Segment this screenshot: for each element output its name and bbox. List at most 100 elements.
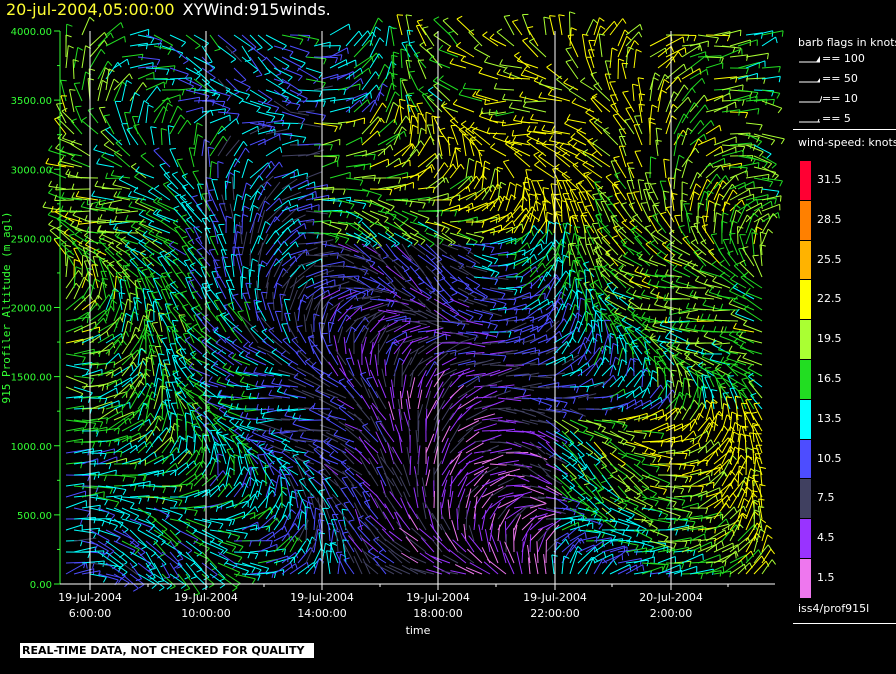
barb-feather xyxy=(269,485,276,490)
barb-feather xyxy=(167,102,173,107)
wind-barb xyxy=(433,565,451,575)
barb-feather xyxy=(279,293,286,296)
barb-feather xyxy=(74,82,81,84)
wind-barb xyxy=(205,177,211,201)
wind-barb xyxy=(326,550,331,575)
barb-feather xyxy=(466,238,471,245)
barb-feather xyxy=(304,468,311,473)
wind-barb xyxy=(368,457,379,476)
barb-feather xyxy=(528,308,531,315)
barb-feather xyxy=(242,292,249,294)
barb-feather xyxy=(62,133,67,139)
barb-feather xyxy=(164,363,171,365)
barb-feather xyxy=(182,183,189,187)
wind-barb xyxy=(345,117,365,124)
wind-barb xyxy=(369,369,379,388)
wind-barb xyxy=(97,221,115,224)
barb-feather xyxy=(91,190,96,197)
wind-barb xyxy=(505,534,508,553)
barb-feather xyxy=(244,405,247,412)
barb-feather xyxy=(101,202,105,208)
barb-feather xyxy=(546,211,553,215)
barb-feather xyxy=(118,353,122,359)
wind-barb xyxy=(257,264,260,289)
wind-barb xyxy=(65,386,84,395)
wind-barb xyxy=(580,81,595,91)
barb-feather xyxy=(256,106,261,113)
wind-barb xyxy=(153,385,161,410)
barb-feather xyxy=(253,204,259,209)
barb-feather xyxy=(151,584,157,589)
wind-barb xyxy=(456,18,475,36)
barb-feather xyxy=(333,429,339,436)
wind-barb xyxy=(81,45,86,69)
barb-feather xyxy=(548,229,553,235)
wind-barb xyxy=(113,81,123,102)
barb-feather xyxy=(268,389,272,396)
wind-barb xyxy=(273,268,284,289)
barb-feather xyxy=(132,477,137,483)
barb-feather xyxy=(492,302,497,309)
barb-feather xyxy=(137,278,144,280)
barb-feather xyxy=(422,202,426,209)
wind-barb xyxy=(172,373,187,388)
barb-feather xyxy=(279,468,286,471)
wind-barb xyxy=(385,474,395,498)
barb-feather xyxy=(246,383,249,390)
barb-feather xyxy=(413,240,419,246)
wind-barb xyxy=(201,45,213,63)
barb-feather xyxy=(403,131,407,137)
barb-feather xyxy=(142,256,149,260)
wind-barb xyxy=(393,143,412,157)
barb-feather xyxy=(567,138,573,144)
wind-barb xyxy=(567,35,579,58)
barb-feather xyxy=(550,321,552,328)
wind-barb xyxy=(161,102,169,124)
wind-barb xyxy=(505,182,511,201)
wind-barbs xyxy=(42,11,785,596)
barb-feather xyxy=(140,152,147,157)
barb-feather xyxy=(445,228,450,234)
wind-barb xyxy=(329,288,351,300)
barb-feather xyxy=(398,158,402,165)
barb-feather xyxy=(223,312,230,317)
barb-feather xyxy=(258,443,265,447)
wind-barb xyxy=(378,552,395,564)
barb-feather xyxy=(192,170,199,173)
barb-feather xyxy=(326,344,333,347)
wind-barb xyxy=(48,185,67,190)
wind-barb xyxy=(185,106,204,113)
barb-feather xyxy=(288,184,292,191)
barb-feather xyxy=(172,171,178,175)
barb-feather xyxy=(232,519,236,526)
barb-feather xyxy=(340,459,347,464)
wind-barb xyxy=(160,220,179,234)
barb-feather xyxy=(409,201,413,208)
barb-feather xyxy=(496,28,503,33)
barb-feather xyxy=(472,241,478,247)
wind-barb xyxy=(453,103,475,113)
barb-feather xyxy=(429,243,435,248)
barb-feather xyxy=(312,219,315,226)
wind-barb xyxy=(97,507,115,516)
barb-feather xyxy=(574,226,581,228)
barb-feather xyxy=(176,271,183,275)
barb-feather xyxy=(577,201,584,204)
barb-feather xyxy=(75,190,80,197)
barb-feather xyxy=(215,505,219,512)
barb-feather xyxy=(479,237,485,243)
wind-barb xyxy=(409,243,426,256)
wind-barb xyxy=(449,62,467,69)
wind-barb xyxy=(169,462,187,476)
barb-feather xyxy=(130,221,136,227)
wind-barb xyxy=(233,214,236,234)
barb-feather xyxy=(471,219,474,226)
barb-feather xyxy=(278,197,283,204)
wind-barb xyxy=(65,353,86,358)
wind-barb xyxy=(256,419,275,424)
wind-barb xyxy=(465,158,470,179)
barb-feather xyxy=(499,59,503,65)
barb-feather xyxy=(231,546,237,552)
wind-barb xyxy=(65,270,79,289)
barb-feather xyxy=(242,213,249,217)
